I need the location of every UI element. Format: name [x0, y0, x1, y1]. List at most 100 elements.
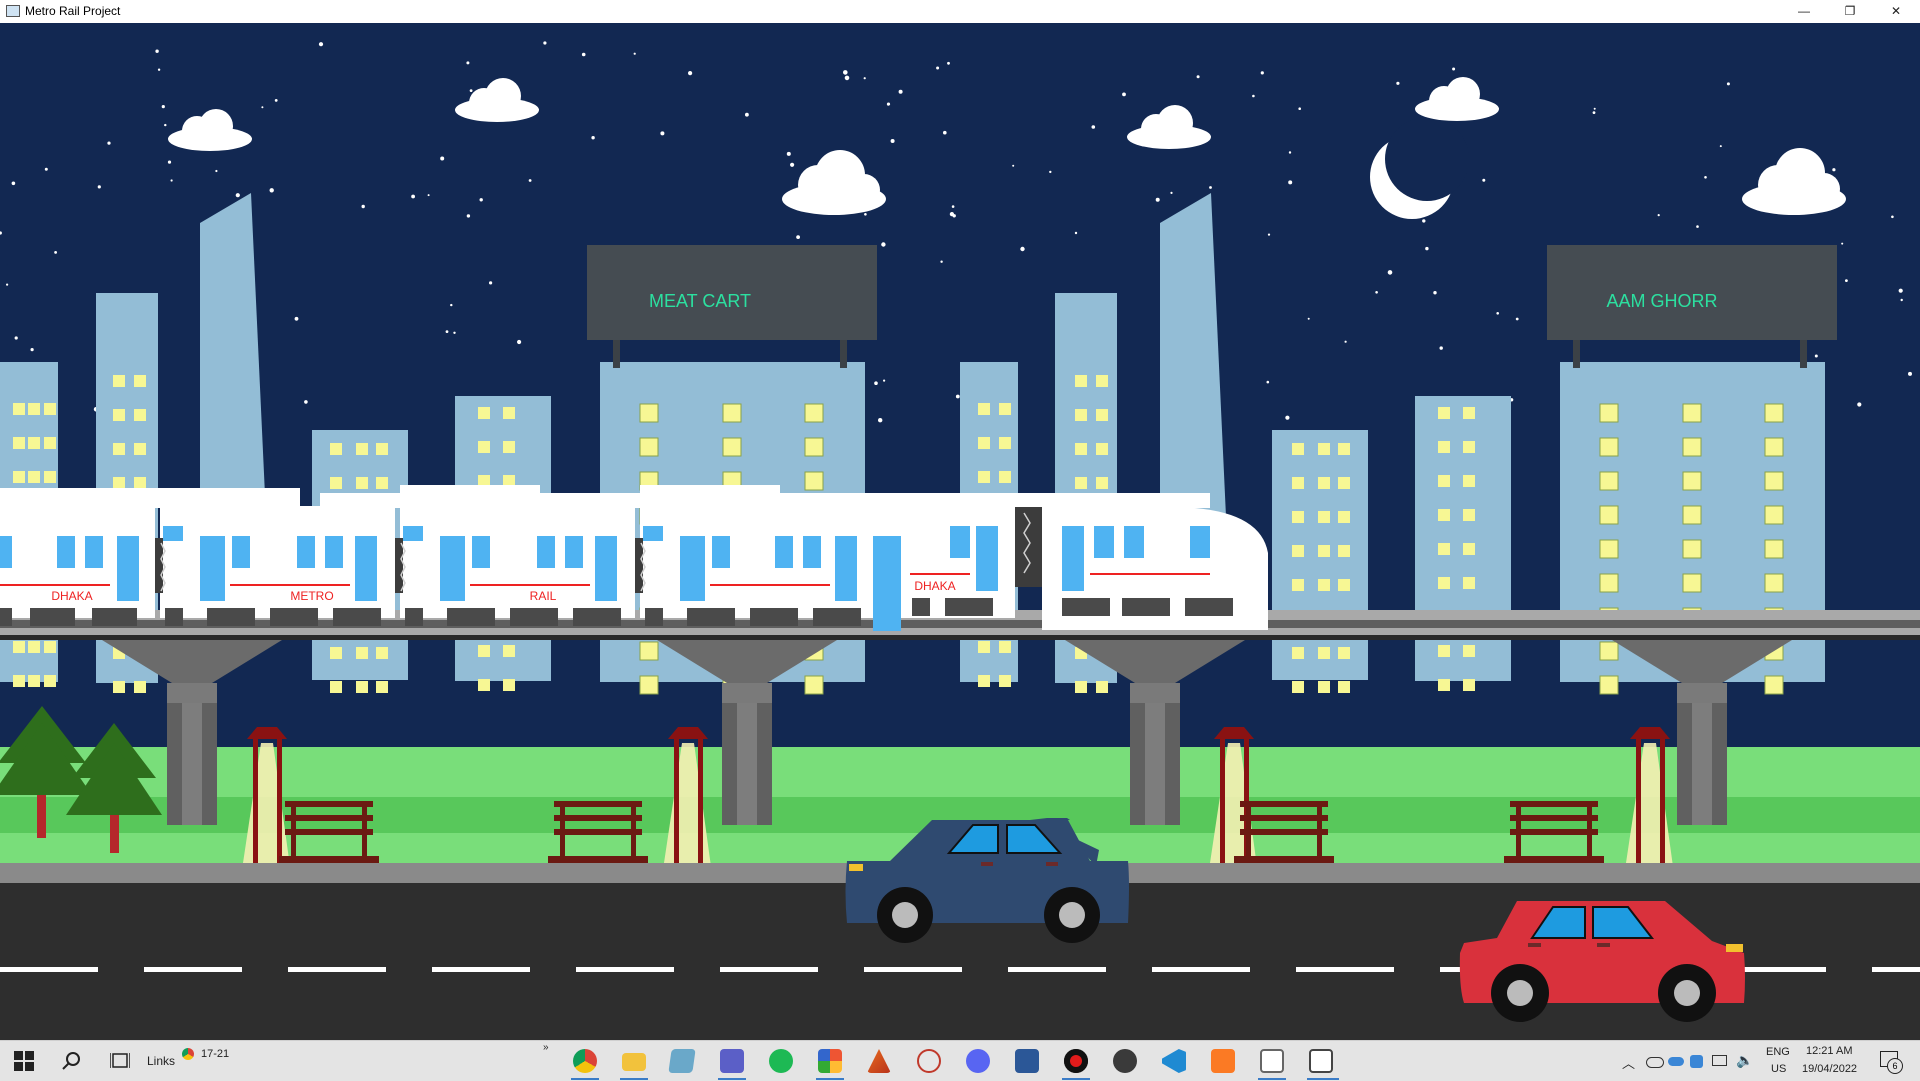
- region-indicator[interactable]: US: [1771, 1063, 1786, 1075]
- links-toolbar[interactable]: Links: [147, 1054, 175, 1068]
- building-window: [1463, 577, 1475, 589]
- building-window: [1463, 509, 1475, 521]
- spotify-icon[interactable]: [769, 1049, 793, 1073]
- billboard-label: AAM GHORR: [1606, 291, 1717, 311]
- search-button[interactable]: [56, 1041, 86, 1081]
- building-window: [1463, 407, 1475, 419]
- building-window: [1096, 477, 1108, 489]
- notes-icon[interactable]: [668, 1049, 696, 1073]
- lane-dash: [1296, 967, 1394, 972]
- building-window: [1682, 403, 1702, 423]
- matlab-icon[interactable]: [867, 1049, 891, 1073]
- star: [844, 75, 850, 81]
- chrome-group-label[interactable]: 17-21: [201, 1048, 229, 1060]
- vscode-icon[interactable]: [1162, 1049, 1186, 1073]
- building-window: [804, 471, 824, 491]
- building-window: [28, 641, 40, 653]
- discord-icon[interactable]: [966, 1049, 990, 1073]
- building-window: [1599, 675, 1619, 695]
- task-view-button[interactable]: [104, 1041, 134, 1081]
- star: [1433, 291, 1437, 295]
- chevron-up-icon[interactable]: ︿: [1622, 1053, 1635, 1072]
- star: [161, 105, 165, 109]
- building-window: [1599, 573, 1619, 593]
- building-window: [1292, 681, 1304, 693]
- clock-date[interactable]: 19/04/2022: [1802, 1063, 1857, 1075]
- building-window: [13, 675, 25, 687]
- star: [1074, 231, 1078, 235]
- obs-icon[interactable]: [1113, 1049, 1137, 1073]
- lane-dash: [720, 967, 818, 972]
- star: [30, 348, 34, 352]
- star: [796, 235, 800, 240]
- star: [633, 52, 636, 55]
- start-button[interactable]: [10, 1041, 38, 1081]
- teams-icon[interactable]: [720, 1049, 744, 1073]
- building-window: [113, 409, 125, 421]
- window-app-icon-2[interactable]: [1309, 1049, 1333, 1073]
- chrome-icon[interactable]: [573, 1049, 597, 1073]
- star: [450, 303, 453, 307]
- building-window: [1096, 409, 1108, 421]
- network-icon[interactable]: [1712, 1055, 1727, 1066]
- window-app-icon[interactable]: [1260, 1049, 1284, 1073]
- star: [1841, 242, 1844, 245]
- building-window: [478, 645, 490, 657]
- star: [1260, 71, 1264, 75]
- star: [863, 77, 866, 80]
- volume-icon[interactable]: 🔈: [1736, 1052, 1753, 1069]
- snipping-tool-icon[interactable]: [917, 1049, 941, 1073]
- star: [469, 89, 473, 92]
- building-window: [1463, 441, 1475, 453]
- window-titlebar: Metro Rail Project — ❐ ✕: [0, 0, 1920, 24]
- building-window: [804, 675, 824, 695]
- building-window: [330, 681, 342, 693]
- star: [1845, 279, 1848, 282]
- star: [294, 316, 299, 321]
- star: [318, 42, 324, 47]
- building-window: [1764, 539, 1784, 559]
- building-window: [1318, 443, 1330, 455]
- file-explorer-icon[interactable]: [622, 1053, 646, 1071]
- building-window: [478, 441, 490, 453]
- cloud-icon[interactable]: [1668, 1057, 1684, 1066]
- building-window: [978, 403, 990, 415]
- star: [235, 193, 240, 198]
- building-window: [356, 681, 368, 693]
- star: [1252, 94, 1255, 98]
- building-window: [1292, 477, 1304, 489]
- building-window: [113, 375, 125, 387]
- star: [952, 214, 956, 218]
- lane-dash: [1872, 967, 1920, 972]
- star: [304, 400, 308, 404]
- star: [97, 185, 101, 189]
- clock-time[interactable]: 12:21 AM: [1806, 1045, 1852, 1057]
- xampp-icon[interactable]: [1211, 1049, 1235, 1073]
- office-icon[interactable]: [818, 1049, 842, 1073]
- building-window: [1318, 477, 1330, 489]
- star: [890, 139, 895, 143]
- notification-center-button[interactable]: 6: [1880, 1051, 1903, 1074]
- building-window: [44, 675, 56, 687]
- train-label: DHAKA: [51, 589, 92, 603]
- toolbar-chevron[interactable]: »: [543, 1042, 549, 1053]
- language-indicator[interactable]: ENG: [1766, 1046, 1790, 1058]
- word-icon[interactable]: [1015, 1049, 1039, 1073]
- star: [1814, 354, 1818, 358]
- building-window: [478, 679, 490, 691]
- building-window: [1318, 579, 1330, 591]
- maximize-button[interactable]: ❐: [1827, 0, 1873, 23]
- star: [1696, 225, 1699, 228]
- star: [1891, 215, 1894, 219]
- minimize-button[interactable]: —: [1781, 0, 1827, 23]
- record-icon[interactable]: [1064, 1049, 1088, 1073]
- star: [886, 102, 891, 106]
- star: [1170, 191, 1173, 194]
- security-icon[interactable]: [1690, 1055, 1703, 1068]
- close-button[interactable]: ✕: [1873, 0, 1919, 23]
- building-window: [44, 641, 56, 653]
- building-window: [28, 471, 40, 483]
- star: [1298, 107, 1301, 110]
- star: [6, 283, 9, 286]
- onedrive-icon[interactable]: [1646, 1057, 1664, 1068]
